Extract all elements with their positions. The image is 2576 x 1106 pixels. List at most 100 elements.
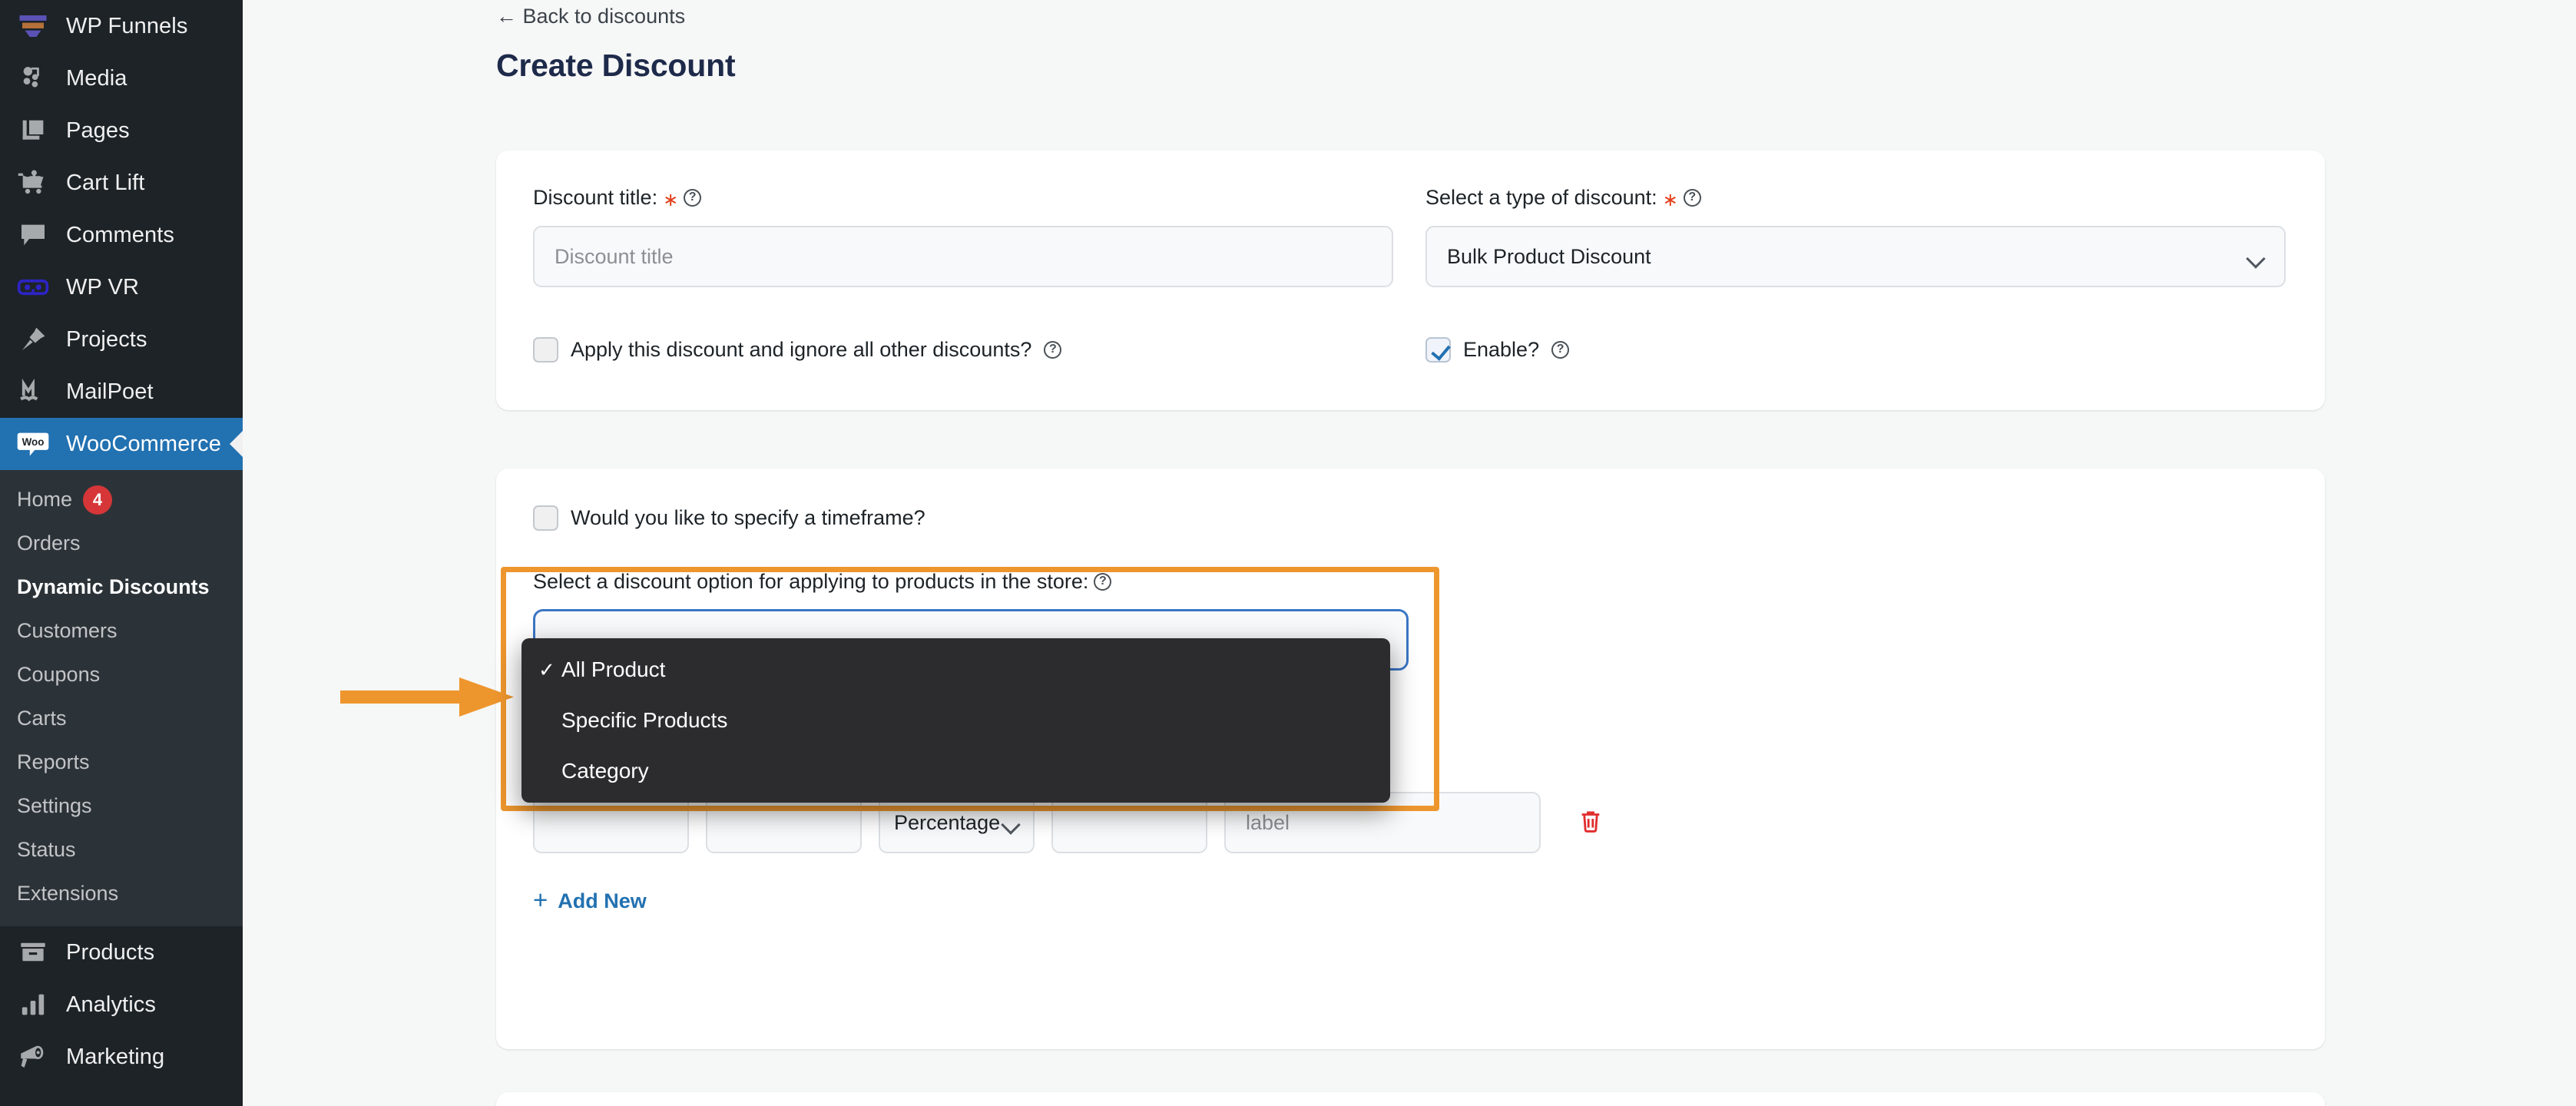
sidebar-item-label: Projects bbox=[66, 326, 147, 352]
add-new-label: Add New bbox=[558, 889, 647, 912]
submenu-item-label: Carts bbox=[17, 707, 67, 730]
sidebar-item-analytics[interactable]: Analytics bbox=[0, 979, 243, 1031]
sidebar-item-comments[interactable]: Comments bbox=[0, 209, 243, 261]
submenu-item-label: Reports bbox=[17, 750, 90, 773]
discount-basics-card: Discount title: ∗ ? Select a type of dis… bbox=[496, 151, 2325, 410]
add-new-tier-button[interactable]: + Add New bbox=[533, 886, 647, 914]
enable-checkbox[interactable] bbox=[1425, 337, 1451, 363]
products-box-icon bbox=[0, 936, 66, 969]
pointer-arrow-annotation bbox=[340, 674, 514, 719]
submenu-item-settings[interactable]: Settings bbox=[0, 784, 243, 828]
submenu-item-label: Coupons bbox=[17, 663, 101, 686]
dropdown-option-label: Category bbox=[561, 759, 649, 783]
timeframe-label: Would you like to specify a timeframe? bbox=[571, 506, 925, 529]
submenu-item-label: Extensions bbox=[17, 882, 119, 905]
main-content: ← Back to discounts Create Discount Disc… bbox=[243, 0, 2576, 1106]
submenu-item-reports[interactable]: Reports bbox=[0, 740, 243, 784]
cart-icon bbox=[0, 167, 66, 199]
submenu-item-home[interactable]: Home 4 bbox=[0, 478, 243, 522]
sidebar-item-products[interactable]: Products bbox=[0, 926, 243, 979]
plus-icon: + bbox=[533, 886, 548, 914]
discount-title-input[interactable] bbox=[533, 226, 1393, 287]
home-badge-count: 4 bbox=[83, 485, 113, 515]
megaphone-icon bbox=[0, 1041, 66, 1073]
sidebar-item-label: WP VR bbox=[66, 274, 140, 300]
pin-icon bbox=[0, 323, 66, 356]
row-discount-type-value: Percentage bbox=[894, 810, 1001, 834]
info-icon[interactable]: ? bbox=[1551, 341, 1570, 359]
sidebar-item-wp-vr[interactable]: WP VR bbox=[0, 261, 243, 313]
bar-chart-icon bbox=[0, 989, 66, 1020]
sidebar-item-label: Products bbox=[66, 939, 155, 965]
submenu-item-carts[interactable]: Carts bbox=[0, 697, 243, 740]
timeframe-checkbox-row[interactable]: Would you like to specify a timeframe? bbox=[533, 505, 925, 531]
submenu-item-label: Orders bbox=[17, 531, 81, 555]
svg-text:Woo: Woo bbox=[22, 436, 45, 448]
submenu-item-label: Settings bbox=[17, 794, 92, 817]
submenu-item-coupons[interactable]: Coupons bbox=[0, 653, 243, 697]
discount-option-label: Select a discount option for applying to… bbox=[533, 570, 1409, 594]
required-asterisk: ∗ bbox=[663, 189, 679, 210]
dropdown-option-label: Specific Products bbox=[561, 708, 728, 732]
sidebar-item-label: Media bbox=[66, 65, 127, 91]
sidebar-item-media[interactable]: Media bbox=[0, 52, 243, 104]
dropdown-option-all-product[interactable]: ✓ All Product bbox=[521, 652, 1390, 687]
submenu-item-extensions[interactable]: Extensions bbox=[0, 872, 243, 916]
check-mark-icon: ✓ bbox=[538, 657, 555, 681]
discount-type-value: Bulk Product Discount bbox=[1447, 244, 1651, 268]
enable-checkbox-row[interactable]: Enable? ? bbox=[1425, 337, 1570, 363]
info-icon[interactable]: ? bbox=[1044, 341, 1062, 359]
ignore-other-discounts-checkbox[interactable] bbox=[533, 337, 558, 363]
sidebar-item-projects[interactable]: Projects bbox=[0, 313, 243, 366]
discount-title-label: Discount title: ∗ ? bbox=[533, 186, 1393, 210]
info-icon[interactable]: ? bbox=[1683, 189, 1701, 207]
submenu-item-status[interactable]: Status bbox=[0, 828, 243, 872]
admin-sidebar: WP Funnels Media Pages Cart Lift Comment… bbox=[0, 0, 243, 1106]
comment-icon bbox=[0, 220, 66, 250]
pages-icon bbox=[0, 115, 66, 146]
submenu-item-dynamic-discounts[interactable]: Dynamic Discounts bbox=[0, 565, 243, 609]
enable-label: Enable? bbox=[1463, 338, 1540, 361]
media-icon bbox=[0, 63, 66, 94]
sidebar-item-cart-lift[interactable]: Cart Lift bbox=[0, 157, 243, 209]
woocommerce-submenu: Home 4 Orders Dynamic Discounts Customer… bbox=[0, 470, 243, 926]
sidebar-item-label: WP Funnels bbox=[66, 13, 188, 38]
submenu-item-label: Dynamic Discounts bbox=[17, 575, 210, 598]
sidebar-item-woocommerce[interactable]: Woo WooCommerce bbox=[0, 418, 243, 470]
submenu-item-customers[interactable]: Customers bbox=[0, 609, 243, 653]
sidebar-item-label: WooCommerce bbox=[66, 431, 222, 456]
info-icon[interactable]: ? bbox=[684, 189, 702, 207]
info-icon[interactable]: ? bbox=[1094, 573, 1112, 591]
back-to-discounts-link[interactable]: ← Back to discounts bbox=[496, 5, 685, 28]
page-title: Create Discount bbox=[496, 48, 736, 83]
submenu-item-label: Status bbox=[17, 838, 76, 861]
dropdown-option-category[interactable]: Category bbox=[521, 753, 1390, 789]
funnel-icon bbox=[0, 10, 66, 42]
sidebar-item-marketing[interactable]: Marketing bbox=[0, 1031, 243, 1083]
mailpoet-icon bbox=[0, 376, 66, 408]
sidebar-item-pages[interactable]: Pages bbox=[0, 104, 243, 157]
chevron-down-icon bbox=[1002, 818, 1019, 827]
next-section-card bbox=[496, 1092, 2325, 1106]
sidebar-item-label: Analytics bbox=[66, 992, 156, 1017]
discount-type-label: Select a type of discount: ∗ ? bbox=[1425, 186, 2286, 210]
chevron-down-icon bbox=[2247, 252, 2264, 261]
ignore-other-discounts-label: Apply this discount and ignore all other… bbox=[571, 338, 1032, 361]
vr-goggles-icon bbox=[0, 270, 66, 304]
submenu-item-label: Customers bbox=[17, 619, 118, 642]
sidebar-item-label: Pages bbox=[66, 118, 130, 143]
submenu-item-label: Home bbox=[17, 488, 73, 511]
timeframe-checkbox[interactable] bbox=[533, 505, 558, 531]
submenu-item-orders[interactable]: Orders bbox=[0, 522, 243, 565]
sidebar-item-mailpoet[interactable]: MailPoet bbox=[0, 366, 243, 418]
sidebar-item-label: Marketing bbox=[66, 1044, 165, 1069]
ignore-other-discounts-checkbox-row[interactable]: Apply this discount and ignore all other… bbox=[533, 337, 1062, 363]
discount-type-select[interactable]: Bulk Product Discount bbox=[1425, 226, 2286, 287]
discount-option-dropdown-menu[interactable]: ✓ All Product Specific Products Category bbox=[521, 638, 1390, 803]
sidebar-item-wp-funnels[interactable]: WP Funnels bbox=[0, 0, 243, 52]
sidebar-item-label: MailPoet bbox=[66, 379, 154, 404]
delete-row-icon[interactable] bbox=[1578, 807, 1604, 839]
dropdown-option-label: All Product bbox=[561, 657, 666, 681]
required-asterisk: ∗ bbox=[1662, 189, 1678, 210]
dropdown-option-specific-products[interactable]: Specific Products bbox=[521, 703, 1390, 738]
